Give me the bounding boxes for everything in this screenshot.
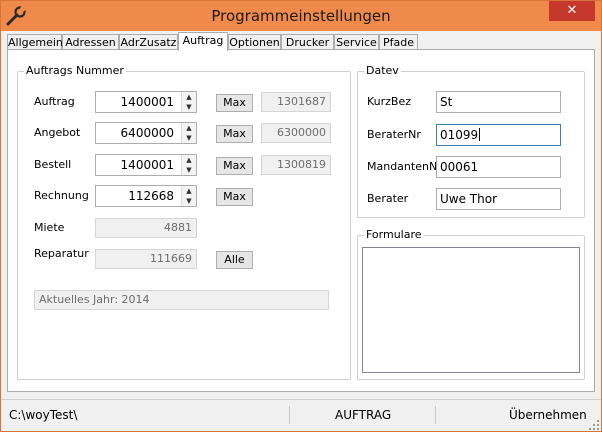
spin-down-icon[interactable]: ▼ [182, 165, 196, 175]
miete-value: 4881 [95, 218, 197, 238]
status-separator [289, 406, 290, 424]
current-year-field: Aktuelles Jahr: 2014 [34, 290, 329, 310]
bestell-number-value: 1400001 [120, 158, 174, 172]
bestell-label: Bestell [34, 158, 72, 171]
berater-input[interactable]: Uwe Thor [436, 188, 561, 210]
reparatur-alle-button[interactable]: Alle [216, 251, 253, 269]
spin-up-icon[interactable]: ▲ [182, 92, 196, 102]
tab-adressen[interactable]: Adressen [62, 34, 119, 50]
close-button[interactable]: ✕ [549, 1, 595, 21]
text-caret [479, 128, 481, 141]
angebot-label: Angebot [34, 126, 81, 139]
status-separator [435, 406, 436, 424]
window-title: Programmeinstellungen [211, 7, 391, 25]
rechnung-number-stepper[interactable]: 112668 ▲ ▼ [95, 185, 197, 207]
spin-up-icon[interactable]: ▲ [182, 123, 196, 133]
mandantennr-label: MandantenNr [367, 160, 442, 173]
status-path: C:\woyTest\ [9, 408, 78, 422]
auftrags-nummer-legend: Auftrags Nummer [24, 64, 126, 78]
kurzbez-input[interactable]: St [436, 91, 561, 113]
status-mode: AUFTRAG [335, 408, 392, 422]
auftrags-nummer-group: Auftrags Nummer Auftrag 1400001 ▲ ▼ Max 1… [17, 64, 351, 380]
tab-service[interactable]: Service [334, 34, 379, 50]
formulare-list[interactable] [362, 247, 580, 373]
datev-group: Datev KurzBez St BeraterNr 01099 Mandant… [357, 64, 585, 218]
angebot-max-button[interactable]: Max [216, 125, 253, 143]
spin-down-icon[interactable]: ▼ [182, 102, 196, 112]
berater-label: Berater [367, 192, 409, 205]
tab-auftrag[interactable]: Auftrag [178, 32, 228, 51]
beraternr-input[interactable]: 01099 [436, 124, 561, 146]
angebot-max-value: 6300000 [261, 123, 331, 143]
tab-pfade[interactable]: Pfade [379, 34, 418, 50]
miete-label: Miete [34, 221, 65, 234]
bestell-max-button[interactable]: Max [216, 157, 253, 175]
rechnung-label: Rechnung [34, 189, 89, 202]
bestell-number-stepper[interactable]: 1400001 ▲ ▼ [95, 154, 197, 176]
mandantennr-input[interactable]: 00061 [436, 156, 561, 178]
tab-allgemein[interactable]: Allgemein [7, 34, 63, 50]
tab-adrzusatz[interactable]: AdrZusatz [119, 34, 178, 50]
auftrag-label: Auftrag [34, 95, 75, 108]
bestell-spin-buttons[interactable]: ▲ ▼ [181, 155, 196, 175]
rechnung-number-value: 112668 [128, 189, 174, 203]
reparatur-value: 111669 [95, 249, 197, 269]
rechnung-max-button[interactable]: Max [216, 188, 253, 206]
kurzbez-label: KurzBez [367, 95, 412, 108]
title-bar: Programmeinstellungen ✕ [1, 1, 601, 31]
reparatur-label: Reparatur [34, 247, 89, 260]
tab-optionen[interactable]: Optionen [228, 34, 281, 50]
angebot-spin-buttons[interactable]: ▲ ▼ [181, 123, 196, 143]
auftrag-number-value: 1400001 [120, 95, 174, 109]
formulare-legend: Formulare [364, 228, 424, 242]
auftrag-tab-panel: Auftrags Nummer Auftrag 1400001 ▲ ▼ Max 1… [7, 49, 595, 392]
datev-legend: Datev [364, 64, 401, 78]
angebot-number-value: 6400000 [120, 126, 174, 140]
beraternr-value: 01099 [440, 128, 479, 142]
spin-up-icon[interactable]: ▲ [182, 186, 196, 196]
auftrag-number-stepper[interactable]: 1400001 ▲ ▼ [95, 91, 197, 113]
spin-down-icon[interactable]: ▼ [182, 196, 196, 206]
auftrag-max-button[interactable]: Max [216, 94, 253, 112]
angebot-number-stepper[interactable]: 6400000 ▲ ▼ [95, 122, 197, 144]
beraternr-label: BeraterNr [367, 128, 421, 141]
auftrag-spin-buttons[interactable]: ▲ ▼ [181, 92, 196, 112]
bestell-max-value: 1300819 [261, 155, 331, 175]
program-settings-window: Programmeinstellungen ✕ Allgemein Adress… [0, 0, 602, 432]
auftrag-max-value: 1301687 [261, 92, 331, 112]
rechnung-spin-buttons[interactable]: ▲ ▼ [181, 186, 196, 206]
tab-drucker[interactable]: Drucker [281, 34, 334, 50]
status-bar: C:\woyTest\ AUFTRAG Übernehmen [1, 399, 601, 432]
resize-grip-icon[interactable] [589, 420, 599, 430]
spin-up-icon[interactable]: ▲ [182, 155, 196, 165]
formulare-group: Formulare [357, 228, 585, 380]
apply-button[interactable]: Übernehmen [509, 408, 587, 422]
spin-down-icon[interactable]: ▼ [182, 133, 196, 143]
